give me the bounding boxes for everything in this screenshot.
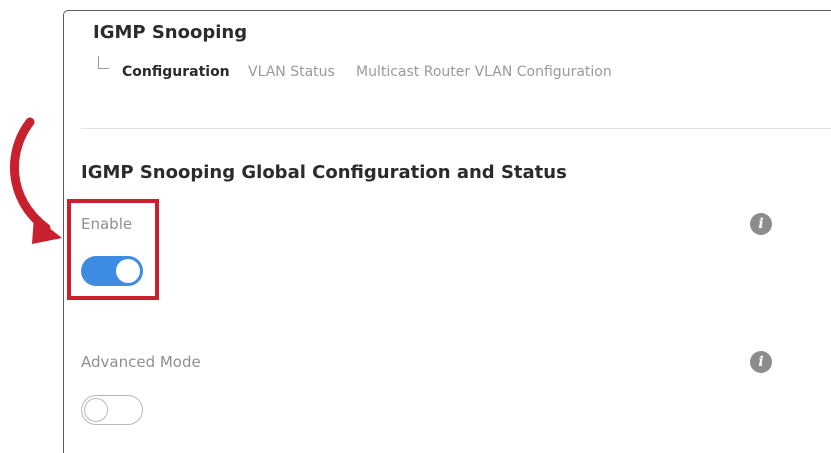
advanced-mode-toggle[interactable] (81, 395, 143, 425)
section-title: IGMP Snooping Global Configuration and S… (81, 162, 567, 183)
enable-info-icon[interactable]: i (750, 213, 772, 235)
tab-vlan-status[interactable]: VLAN Status (248, 64, 335, 80)
pointer-arrow-icon (10, 117, 62, 244)
page-title: IGMP Snooping (93, 22, 248, 43)
tree-connector-icon (98, 56, 109, 69)
screenshot-stage: IGMP Snooping Configuration VLAN Status … (0, 0, 831, 453)
tab-configuration[interactable]: Configuration (122, 64, 230, 80)
tab-multicast-router-vlan-configuration[interactable]: Multicast Router VLAN Configuration (356, 64, 612, 80)
section-divider (81, 128, 831, 129)
advanced-mode-toggle-knob (84, 398, 108, 422)
advanced-mode-label: Advanced Mode (81, 353, 201, 371)
highlight-box (67, 199, 159, 300)
advanced-mode-info-icon[interactable]: i (750, 351, 772, 373)
